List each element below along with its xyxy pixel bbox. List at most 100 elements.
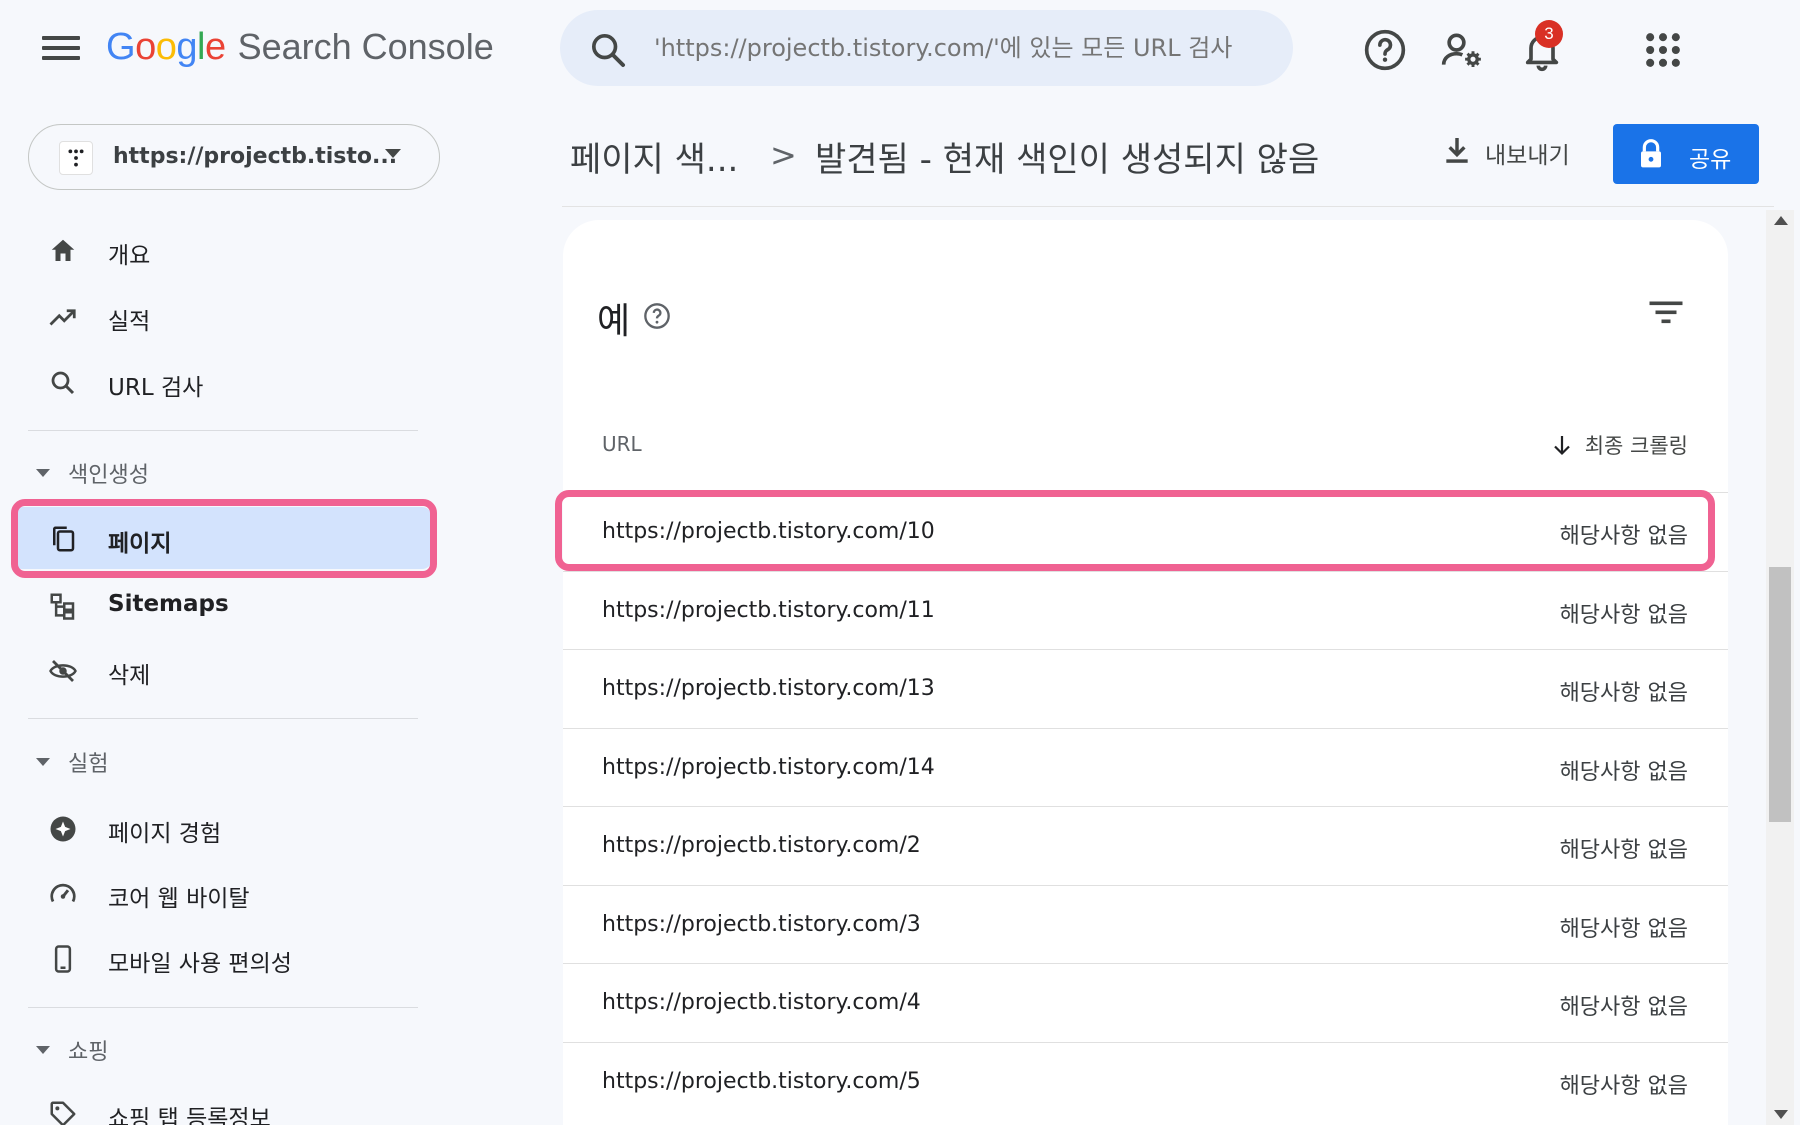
- export-button[interactable]: 내보내기: [1433, 122, 1593, 178]
- search-icon[interactable]: [588, 30, 628, 70]
- sidebar-item-label: 개요: [108, 243, 151, 269]
- table-row[interactable]: https://projectb.tistory.com/14 해당사항 없음: [563, 727, 1728, 807]
- examples-card: 예 URL 최종 크롤링 https://projectb.tistory.co…: [563, 220, 1728, 1125]
- sidebar-item-performance[interactable]: 실적: [12, 285, 432, 347]
- sidebar-item-core-web-vitals[interactable]: 코어 웹 바이탈: [12, 862, 432, 924]
- breadcrumb-separator: >: [770, 136, 797, 174]
- top-app-bar: Google Search Console 3: [0, 0, 1800, 100]
- section-shopping-toggle[interactable]: 쇼핑: [36, 1033, 108, 1067]
- row-url: https://projectb.tistory.com/13: [602, 676, 935, 701]
- help-icon[interactable]: [643, 302, 671, 330]
- row-last-crawl: 해당사항 없음: [1559, 838, 1688, 863]
- main-menu-icon[interactable]: [38, 30, 84, 70]
- visibility-off-icon: [49, 660, 77, 682]
- row-url: https://projectb.tistory.com/5: [602, 1068, 921, 1094]
- sidebar-divider: [28, 1007, 418, 1008]
- property-label: https://projectb.tisto...: [113, 144, 398, 169]
- row-last-crawl: 해당사항 없음: [1559, 995, 1688, 1020]
- row-last-crawl: 해당사항 없음: [1559, 759, 1688, 785]
- vertical-scrollbar[interactable]: [1766, 210, 1794, 1125]
- sidebar-item-page-experience[interactable]: 페이지 경험: [12, 797, 432, 859]
- column-header-url[interactable]: URL: [602, 432, 642, 456]
- sidebar-item-url-inspection[interactable]: URL 검사: [12, 351, 432, 413]
- sidebar-divider: [28, 430, 418, 431]
- sidebar-item-mobile-usability[interactable]: 모바일 사용 편의성: [12, 927, 432, 989]
- scroll-up-arrow-icon[interactable]: [1774, 216, 1788, 225]
- section-title: 색인생성: [68, 463, 149, 488]
- sidebar-item-removals[interactable]: 삭제: [12, 639, 432, 701]
- url-table: https://projectb.tistory.com/10 해당사항 없음 h…: [563, 492, 1728, 1120]
- sidebar-item-label: 모바일 사용 편의성: [108, 951, 292, 977]
- row-last-crawl: 해당사항 없음: [1559, 524, 1688, 549]
- page-header: 페이지 색... > 발견됨 - 현재 색인이 생성되지 않음 내보내기 공유: [560, 110, 1760, 200]
- card-title: 예: [597, 301, 631, 342]
- filter-list-icon[interactable]: [1648, 297, 1684, 327]
- sidebar: https://projectb.tisto... 개요 실적 URL 검사 색…: [0, 100, 450, 1125]
- sidebar-item-label: 코어 웹 바이탈: [108, 886, 250, 912]
- row-url: https://projectb.tistory.com/4: [602, 990, 921, 1015]
- section-experience-toggle[interactable]: 실험: [36, 745, 108, 779]
- row-last-crawl: 해당사항 없음: [1559, 602, 1688, 628]
- table-row[interactable]: https://projectb.tistory.com/5 해당사항 없음: [563, 1041, 1728, 1121]
- lock-icon: [1641, 139, 1661, 168]
- property-favicon-icon: [59, 141, 93, 175]
- sidebar-item-label: 실적: [108, 309, 151, 335]
- table-row[interactable]: https://projectb.tistory.com/2 해당사항 없음: [563, 806, 1728, 885]
- sidebar-item-label: Sitemaps: [108, 591, 229, 617]
- row-url: https://projectb.tistory.com/11: [602, 597, 935, 623]
- sitemap-icon: [50, 593, 75, 620]
- sidebar-item-overview[interactable]: 개요: [12, 219, 432, 281]
- table-row[interactable]: https://projectb.tistory.com/13 해당사항 없음: [563, 649, 1728, 728]
- tag-icon: [50, 1101, 76, 1125]
- table-row[interactable]: https://projectb.tistory.com/4 해당사항 없음: [563, 963, 1728, 1042]
- caret-down-icon: [36, 1046, 50, 1054]
- apps-grid-icon[interactable]: [1641, 28, 1685, 72]
- row-url: https://projectb.tistory.com/14: [602, 754, 935, 780]
- sidebar-item-shopping-tab-listings[interactable]: 쇼핑 탭 등록정보: [12, 1082, 432, 1125]
- smartphone-icon: [54, 945, 72, 973]
- share-label: 공유: [1689, 147, 1732, 173]
- section-indexing-toggle[interactable]: 색인생성: [36, 456, 149, 490]
- column-header-label: 최종 크롤링: [1584, 434, 1688, 458]
- row-last-crawl: 해당사항 없음: [1559, 916, 1688, 942]
- sidebar-item-label: URL 검사: [108, 375, 204, 401]
- row-last-crawl: 해당사항 없음: [1559, 1073, 1688, 1099]
- scroll-down-arrow-icon[interactable]: [1774, 1110, 1788, 1119]
- row-url: https://projectb.tistory.com/3: [602, 911, 921, 937]
- sidebar-item-label: 쇼핑 탭 등록정보: [108, 1106, 271, 1125]
- pages-icon: [53, 526, 75, 552]
- help-icon[interactable]: [1363, 28, 1407, 72]
- breadcrumb-parent[interactable]: 페이지 색...: [570, 132, 738, 181]
- sidebar-divider: [28, 718, 418, 719]
- star-badge-icon: [50, 816, 76, 842]
- section-title: 쇼핑: [68, 1040, 109, 1065]
- search-console-logo[interactable]: Google Search Console: [106, 26, 494, 76]
- sidebar-item-pages[interactable]: 페이지: [12, 507, 432, 569]
- sidebar-item-label: 페이지: [108, 531, 172, 557]
- speed-icon: [50, 883, 76, 903]
- sidebar-item-sitemaps[interactable]: Sitemaps: [12, 574, 432, 636]
- export-label: 내보내기: [1485, 143, 1570, 169]
- chevron-down-icon: [385, 149, 401, 158]
- trending-up-icon: [49, 309, 76, 326]
- notification-count-badge: 3: [1535, 20, 1563, 48]
- download-icon: [1446, 138, 1468, 163]
- arrow-down-icon: [1553, 436, 1570, 456]
- caret-down-icon: [36, 469, 50, 477]
- sidebar-item-label: 삭제: [108, 663, 151, 689]
- header-divider: [562, 206, 1774, 207]
- property-selector[interactable]: https://projectb.tisto...: [28, 124, 440, 190]
- table-row[interactable]: https://projectb.tistory.com/10 해당사항 없음: [563, 492, 1728, 571]
- search-input[interactable]: [654, 28, 1266, 68]
- google-wordmark: Google: [106, 26, 226, 68]
- table-row[interactable]: https://projectb.tistory.com/3 해당사항 없음: [563, 884, 1728, 964]
- scrollbar-thumb[interactable]: [1769, 567, 1791, 822]
- manage-users-icon[interactable]: [1440, 28, 1484, 72]
- share-button[interactable]: 공유: [1613, 124, 1759, 184]
- column-header-last-crawl[interactable]: 최종 크롤링: [1551, 430, 1688, 460]
- table-row[interactable]: https://projectb.tistory.com/11 해당사항 없음: [563, 570, 1728, 650]
- caret-down-icon: [36, 758, 50, 766]
- home-icon: [51, 239, 75, 261]
- url-inspect-search-bar[interactable]: [560, 10, 1293, 86]
- sidebar-item-label: 페이지 경험: [108, 821, 222, 847]
